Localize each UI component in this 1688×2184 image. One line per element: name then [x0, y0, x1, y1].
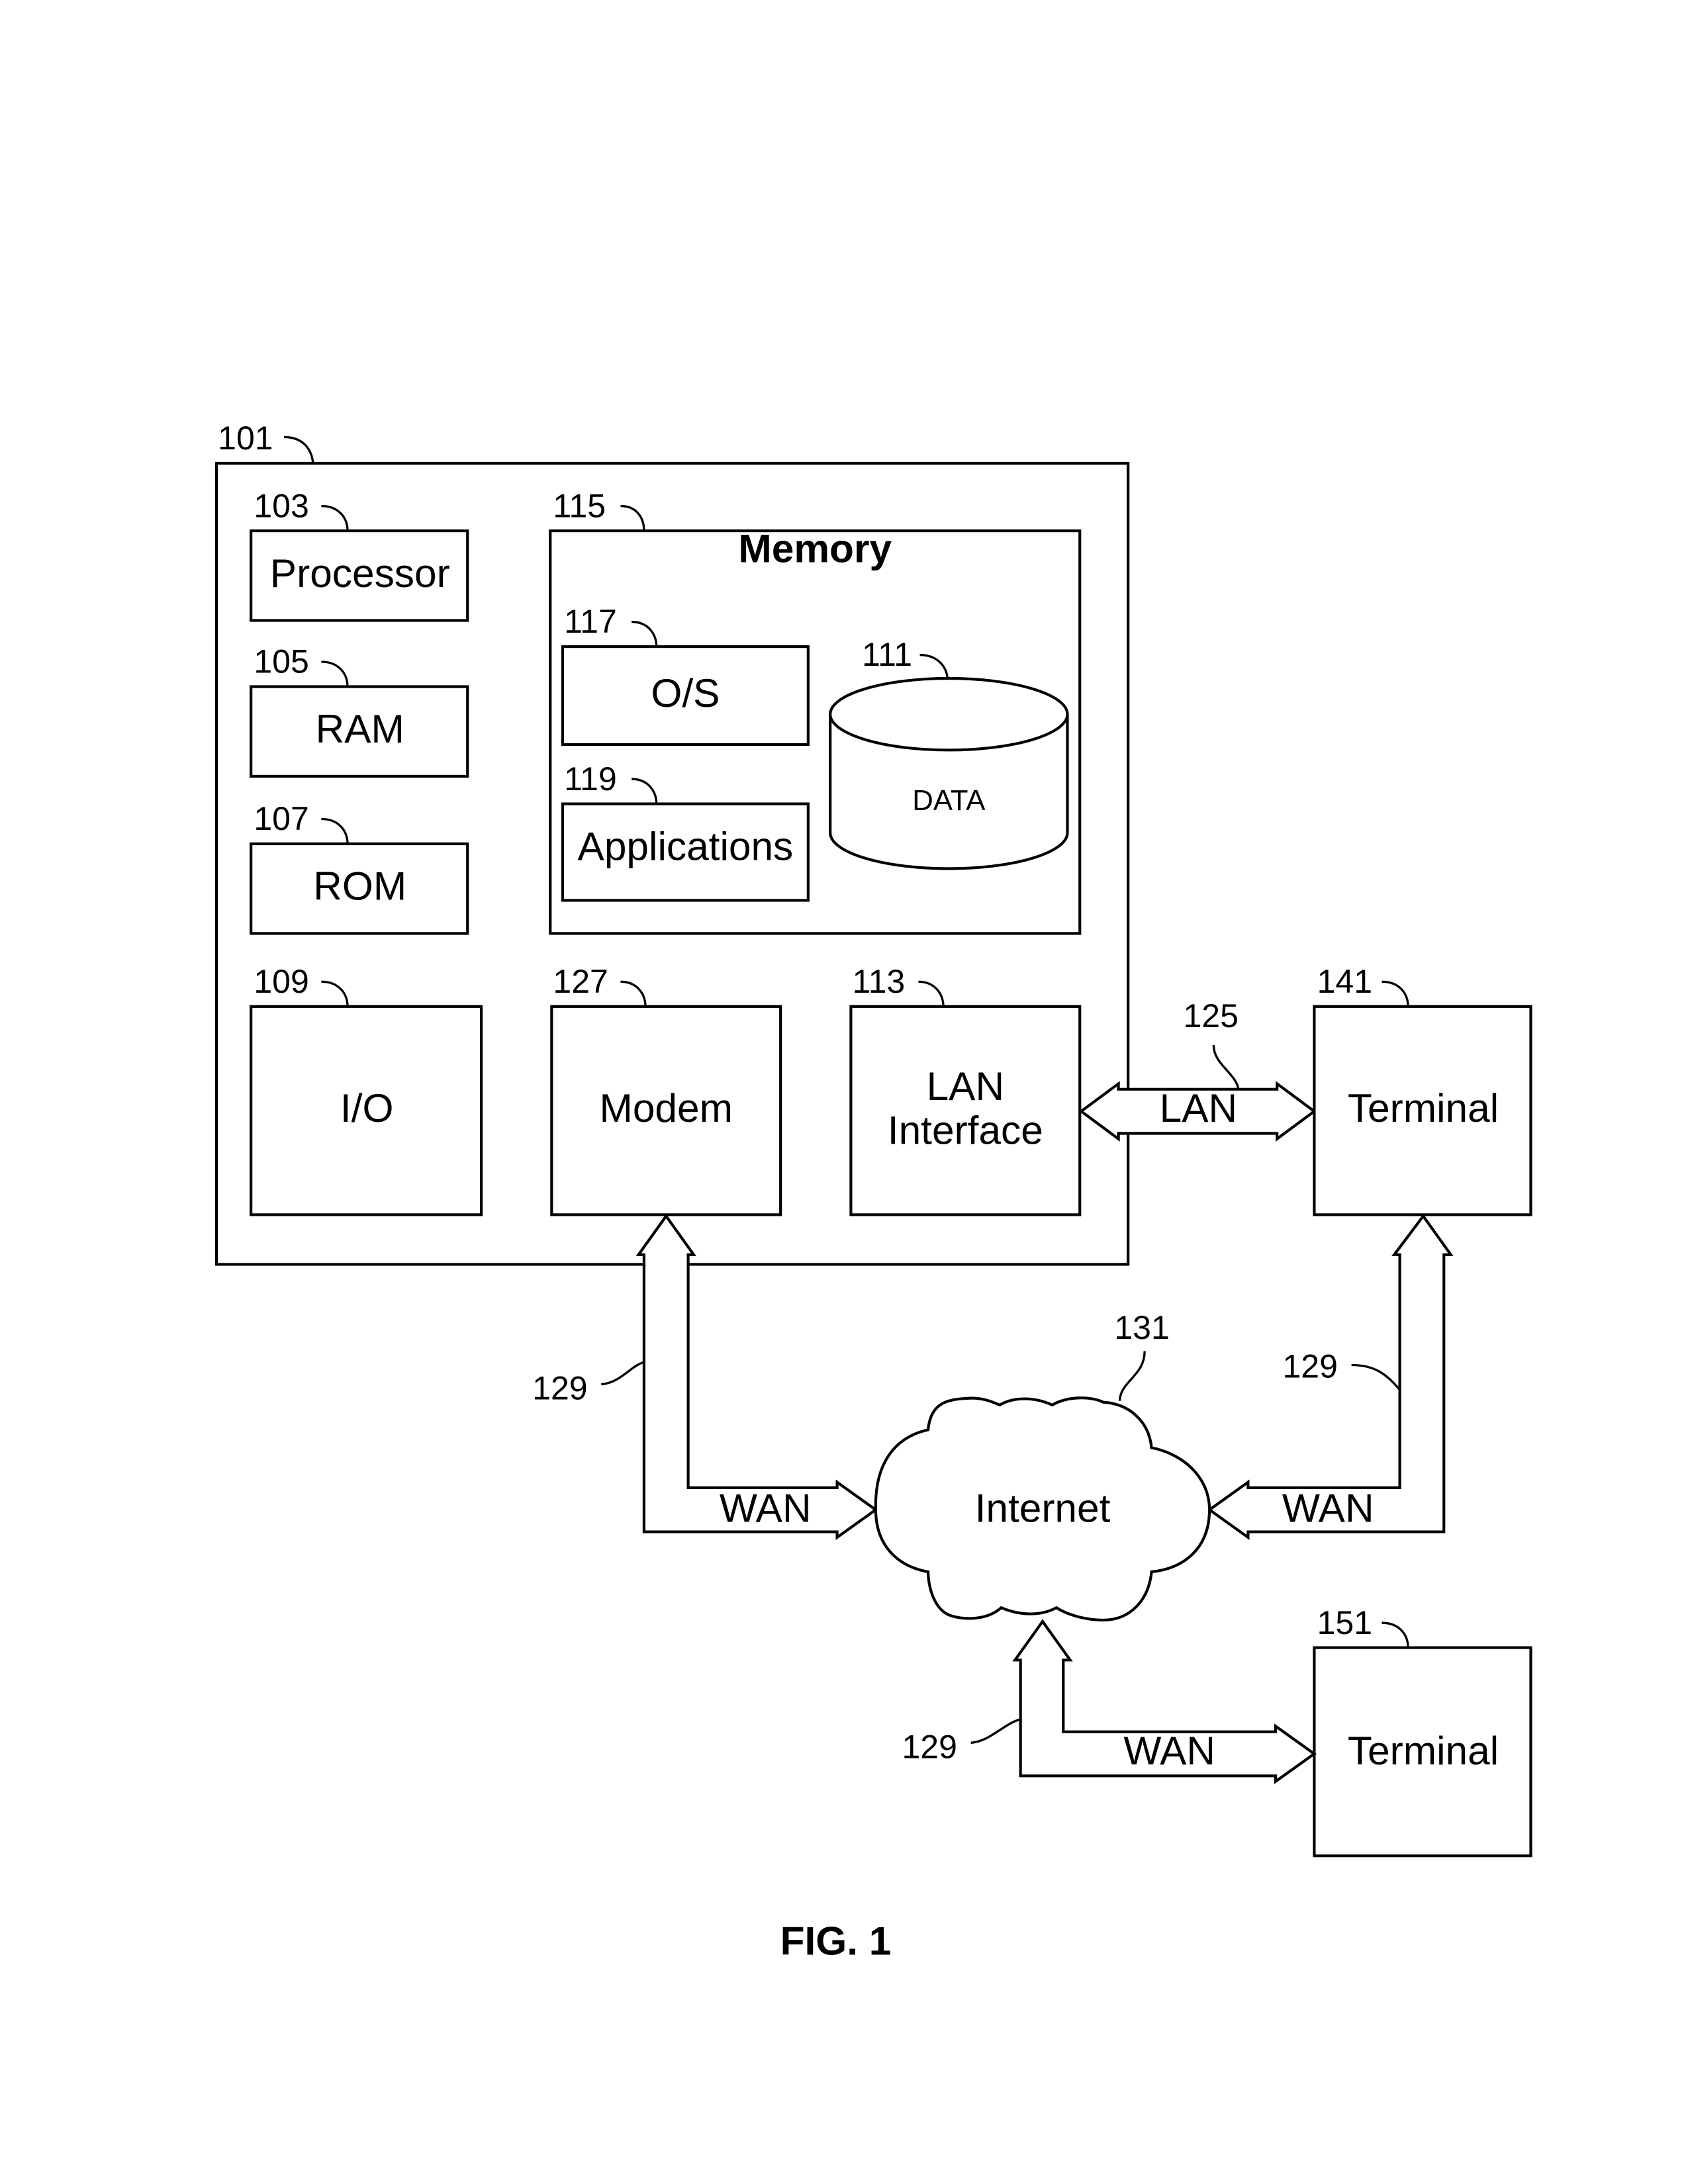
- ref-127: 127: [553, 963, 608, 1000]
- applications-label: Applications: [578, 823, 794, 868]
- leader-129-terminal-151: [970, 1718, 1021, 1744]
- database-cylinder-top: [829, 676, 1069, 752]
- ref-113: 113: [853, 963, 906, 1000]
- ref-129-terminal-151: 129: [902, 1728, 957, 1765]
- modem-label: Modem: [600, 1085, 733, 1130]
- ref-119: 119: [564, 760, 617, 797]
- internet-label: Internet: [975, 1485, 1111, 1530]
- internet-cloud: Internet 131: [874, 1309, 1211, 1622]
- ref-129-modem: 129: [532, 1370, 587, 1407]
- ref-141: 141: [1317, 963, 1372, 1000]
- patent-figure: 101 Processor 103 RAM 105 ROM 107 Memory…: [215, 420, 1532, 1963]
- ref-129-terminal-141: 129: [1283, 1347, 1338, 1385]
- wan-link-modem-label: WAN: [720, 1485, 812, 1530]
- lan-interface-label-line1: LAN: [927, 1064, 1005, 1109]
- data-label: DATA: [912, 784, 986, 817]
- figure-caption: FIG. 1: [780, 1918, 892, 1963]
- ref-101: 101: [218, 420, 273, 457]
- ref-105: 105: [254, 643, 308, 680]
- ref-111: 111: [862, 636, 912, 673]
- ref-109: 109: [254, 963, 308, 1000]
- leader-129-terminal-141: [1351, 1363, 1401, 1391]
- processor-label: Processor: [270, 551, 450, 596]
- os-label: O/S: [651, 670, 720, 715]
- lan-interface-label-line2: Interface: [888, 1107, 1043, 1152]
- memory-block: Memory 115 O/S 117 Applications 119 DATA…: [549, 487, 1082, 935]
- ref-151: 151: [1317, 1604, 1372, 1641]
- wan-link-terminal-141-label: WAN: [1282, 1485, 1374, 1530]
- leader-101: [284, 435, 314, 464]
- rom-label: ROM: [313, 864, 406, 909]
- io-label: I/O: [340, 1085, 394, 1130]
- terminal-141-label: Terminal: [1348, 1085, 1499, 1130]
- lan-link-label: LAN: [1160, 1085, 1238, 1130]
- ref-117: 117: [564, 603, 617, 640]
- ref-107: 107: [254, 800, 308, 837]
- wan-link-terminal-151-label: WAN: [1123, 1728, 1215, 1773]
- leader-131: [1119, 1351, 1146, 1401]
- terminal-141: Terminal 141: [1313, 963, 1532, 1216]
- leader-125: [1212, 1045, 1240, 1090]
- ref-115: 115: [553, 487, 606, 524]
- memory-title: Memory: [738, 525, 892, 570]
- leader-151: [1382, 1621, 1409, 1648]
- ref-103: 103: [254, 487, 308, 524]
- ref-131: 131: [1114, 1309, 1169, 1346]
- wan-link-terminal-151: WAN 129: [902, 1619, 1317, 1784]
- wan-link-terminal-141: WAN 129: [1207, 1213, 1454, 1540]
- terminal-151: Terminal 151: [1313, 1604, 1532, 1858]
- terminal-151-label: Terminal: [1348, 1728, 1499, 1773]
- leader-141: [1382, 980, 1409, 1007]
- leader-129-modem: [601, 1361, 645, 1386]
- ram-label: RAM: [316, 706, 404, 751]
- ref-125: 125: [1184, 997, 1239, 1034]
